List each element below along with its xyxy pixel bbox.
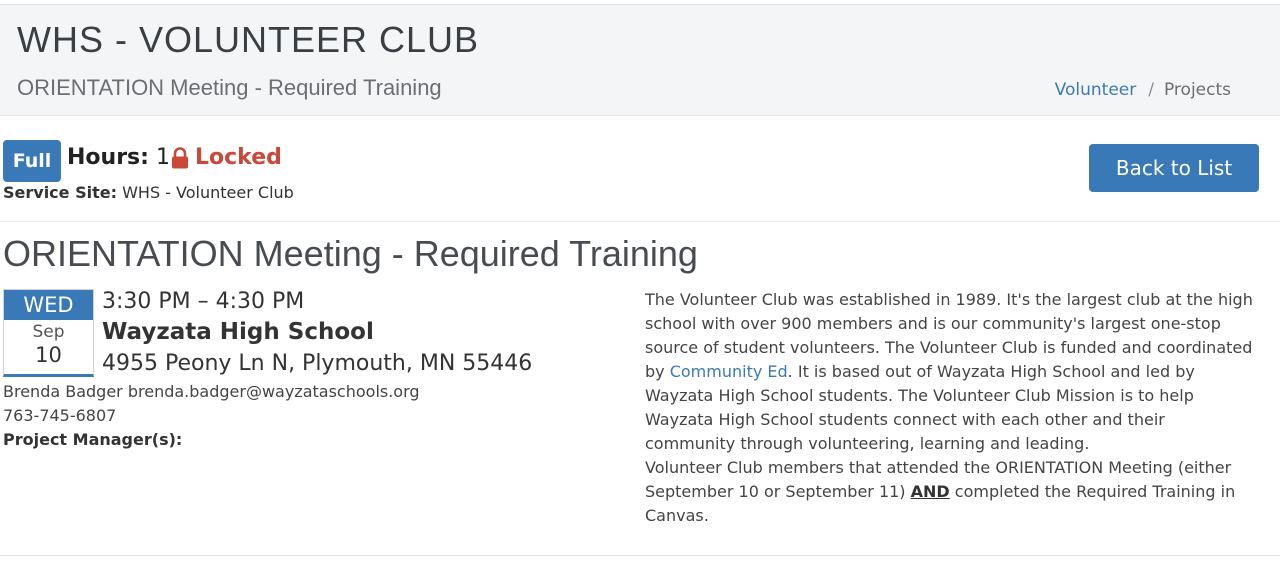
calendar-month: Sep xyxy=(32,322,65,342)
service-site: Service Site: WHS - Volunteer Club xyxy=(3,183,294,202)
page-header: WHS - VOLUNTEER CLUB ORIENTATION Meeting… xyxy=(0,4,1280,116)
location-name: Wayzata High School xyxy=(102,319,374,345)
locked-label: Locked xyxy=(195,145,282,170)
page-subtitle: ORIENTATION Meeting - Required Training xyxy=(17,75,442,100)
full-badge: Full xyxy=(3,140,61,182)
divider xyxy=(0,555,1280,556)
service-site-label: Service Site: xyxy=(3,183,117,202)
lock-icon xyxy=(171,146,189,169)
project-description: The Volunteer Club was established in 19… xyxy=(645,288,1257,528)
breadcrumb: Volunteer / Projects xyxy=(1055,80,1231,100)
page-title: WHS - VOLUNTEER CLUB xyxy=(17,19,480,60)
calendar-day: WED xyxy=(4,290,93,320)
back-to-list-button[interactable]: Back to List xyxy=(1089,144,1259,192)
location-address: 4955 Peony Ln N, Plymouth, MN 55446 xyxy=(102,351,533,376)
hours-value: 1 xyxy=(155,145,170,170)
project-managers-label: Project Manager(s): xyxy=(3,430,183,449)
breadcrumb-volunteer-link[interactable]: Volunteer xyxy=(1055,80,1137,100)
divider xyxy=(0,221,1280,222)
hours: Hours: 1 xyxy=(67,145,170,170)
service-site-value: WHS - Volunteer Club xyxy=(122,183,294,202)
contact-info: Brenda Badger brenda.badger@wayzataschoo… xyxy=(3,382,420,401)
event-time: 3:30 PM – 4:30 PM xyxy=(102,289,305,314)
calendar-date-badge: WED Sep 10 xyxy=(3,289,94,377)
contact-phone: 763-745-6807 xyxy=(3,406,117,425)
community-ed-link[interactable]: Community Ed xyxy=(670,362,788,381)
locked-status: Locked xyxy=(171,145,282,170)
breadcrumb-separator: / xyxy=(1148,80,1154,100)
breadcrumb-projects: Projects xyxy=(1163,80,1231,100)
calendar-date: 10 xyxy=(35,343,62,367)
event-title: ORIENTATION Meeting - Required Training xyxy=(3,233,698,274)
hours-label: Hours: xyxy=(67,145,149,170)
and-emphasis: AND xyxy=(910,482,950,501)
